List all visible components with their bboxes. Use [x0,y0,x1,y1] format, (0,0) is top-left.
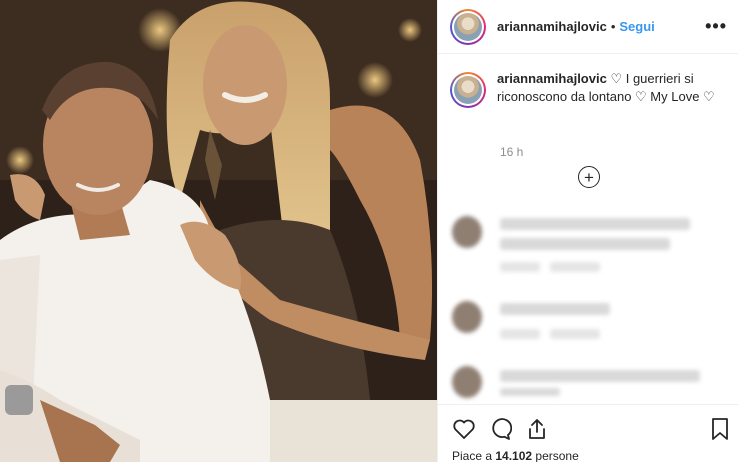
comment-icon[interactable] [488,417,513,441]
separator-dot: • [610,19,616,34]
heart-icon[interactable] [452,417,476,441]
follow-button[interactable]: Segui [619,19,654,34]
share-icon[interactable] [525,417,549,441]
caption-body: ariannamihajlovic ♡ I guerrieri si ricon… [497,70,727,108]
more-options-icon[interactable]: ••• [705,16,727,37]
action-bar: Piace a 14.102 persone [438,404,738,462]
post-header: ariannamihajlovic • Segui ••• [438,0,738,54]
bookmark-icon[interactable] [708,417,732,441]
header-username[interactable]: ariannamihajlovic [497,19,607,34]
post-side-panel: ariannamihajlovic • Segui ••• ariannamih… [437,0,738,462]
avatar-image [454,12,482,41]
likes-suffix: persone [532,449,579,462]
plus-circle-icon[interactable]: + [578,166,600,188]
couple-photo-illustration [0,0,437,462]
post-photo[interactable] [0,0,437,462]
caption-avatar[interactable] [450,72,486,108]
avatar[interactable] [450,8,486,45]
likes-number: 14.102 [495,449,533,462]
avatar-image [454,76,482,104]
caption: ariannamihajlovic ♡ I guerrieri si ricon… [450,70,730,108]
likes-count[interactable]: Piace a 14.102 persone [452,449,579,462]
post-timestamp[interactable]: 16 h [500,145,523,159]
likes-prefix: Piace a [452,449,496,462]
caption-username[interactable]: ariannamihajlovic [497,71,607,86]
